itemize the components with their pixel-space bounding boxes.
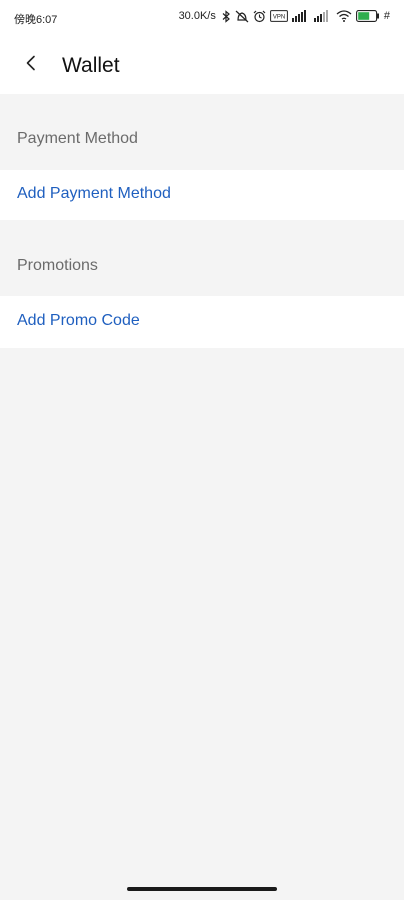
battery-icon [355,9,380,23]
dnd-icon [235,9,249,23]
app-header: Wallet [0,36,404,94]
section-header-promotions-label: Promotions [17,257,98,274]
section-header-promotions: Promotions [0,220,404,296]
network-speed: 30.0K/s [178,10,216,22]
signal-icon [291,9,310,23]
add-payment-method-label: Add Payment Method [17,185,171,202]
home-indicator[interactable] [127,887,277,891]
chevron-left-icon [25,55,37,76]
alarm-icon [253,9,266,23]
bluetooth-icon [222,9,231,23]
back-button[interactable] [14,48,48,82]
section-header-payment-label: Payment Method [17,130,138,147]
status-time: 傍晚6:07 [14,14,58,26]
add-promo-code-button[interactable]: Add Promo Code [0,296,404,348]
vpn-label: VPN [273,15,285,21]
charging-icon: # [383,10,390,22]
vpn-icon: VPN [269,9,288,23]
section-header-payment: Payment Method [0,94,404,170]
page-title: Wallet [62,54,120,77]
signal-icon-2 [313,9,332,23]
status-icons: 30.0K/s VPN # [179,9,390,23]
status-bar: 傍晚6:07 30.0K/s VPN # [0,0,404,36]
add-payment-method-button[interactable]: Add Payment Method [0,170,404,220]
wifi-icon [336,9,352,23]
add-promo-code-label: Add Promo Code [17,312,140,329]
